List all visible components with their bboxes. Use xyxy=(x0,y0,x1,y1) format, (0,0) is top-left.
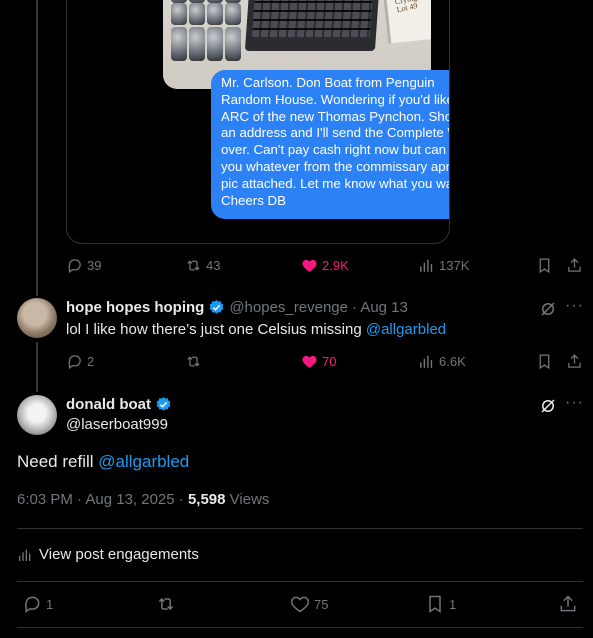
reply-button[interactable]: 2 xyxy=(66,353,94,370)
analytics-icon xyxy=(19,549,31,561)
bookmark-count: 1 xyxy=(449,596,457,612)
reply-actions: 2 70 6.6K xyxy=(0,353,593,373)
share-button[interactable] xyxy=(558,594,578,614)
repost-button[interactable] xyxy=(156,594,176,614)
heart-icon xyxy=(302,259,317,272)
bookmark-button[interactable]: 1 xyxy=(425,594,456,614)
post-body: Need refill xyxy=(17,452,99,471)
like-button[interactable]: 70 xyxy=(301,353,336,370)
like-count: 70 xyxy=(322,354,337,369)
share-icon xyxy=(560,595,576,612)
bookmark-button[interactable] xyxy=(536,257,553,274)
thread-line xyxy=(36,0,38,296)
analytics-icon xyxy=(420,259,433,272)
views-label: Views xyxy=(225,491,270,508)
media-card[interactable]: The Crying of Lot 49 Mr. Carlson. Don Bo… xyxy=(66,0,450,244)
avatar[interactable] xyxy=(17,395,57,435)
reply-icon xyxy=(68,355,81,370)
reply-header: hope hopes hoping @hopes_revenge · Aug 1… xyxy=(66,299,408,316)
verified-badge-icon xyxy=(209,300,224,314)
divider xyxy=(17,627,583,628)
share-icon xyxy=(568,354,581,368)
message-text: Mr. Carlson. Don Boat from Penguin Rando… xyxy=(221,75,450,208)
share-button[interactable] xyxy=(566,257,583,274)
divider xyxy=(17,581,583,582)
reply-body: lol I like how there’s just one Celsius … xyxy=(66,321,366,338)
repost-count: 43 xyxy=(206,258,221,273)
share-button[interactable] xyxy=(566,353,583,370)
reply-text: lol I like how there’s just one Celsius … xyxy=(66,321,446,338)
reply-count: 2 xyxy=(87,354,95,369)
verified-badge-icon xyxy=(156,397,171,411)
share-icon xyxy=(568,258,581,272)
engagements-label: View post engagements xyxy=(39,546,199,563)
bookmark-icon xyxy=(539,258,550,274)
view-count: 6.6K xyxy=(439,354,466,369)
celsius-cans xyxy=(171,0,241,61)
view-count: 137K xyxy=(439,258,470,273)
book-title: The Crying of Lot 49 xyxy=(394,0,426,15)
views-count: 5,598 xyxy=(187,491,226,508)
bookmark-button[interactable] xyxy=(536,353,553,370)
repost-button[interactable]: 43 xyxy=(185,257,220,274)
repost-button[interactable] xyxy=(185,353,202,370)
post-meta: 6:03 PM · Aug 13, 2025 · 5,598 Views xyxy=(17,491,269,508)
repost-icon xyxy=(187,260,200,271)
keyboard-box xyxy=(244,0,380,51)
like-button[interactable]: 2.9K xyxy=(301,257,349,274)
bookmark-icon xyxy=(539,354,550,370)
post-timestamp[interactable]: 6:03 PM · Aug 13, 2025 · xyxy=(17,491,188,508)
repost-icon xyxy=(158,597,174,611)
engagements-link[interactable]: View post engagements xyxy=(17,546,199,563)
timestamp[interactable]: · Aug 13 xyxy=(352,299,408,316)
mention-link[interactable]: @allgarbled xyxy=(366,321,446,338)
heart-outline-icon xyxy=(290,596,310,613)
display-name[interactable]: donald boat xyxy=(66,396,151,413)
display-name[interactable]: hope hopes hoping xyxy=(66,299,204,316)
message-bubble: Mr. Carlson. Don Boat from Penguin Rando… xyxy=(211,70,450,219)
book: The Crying of Lot 49 xyxy=(382,0,431,44)
heart-icon xyxy=(302,355,317,368)
handle[interactable]: @hopes_revenge xyxy=(229,299,348,316)
like-button[interactable]: 75 xyxy=(290,594,328,614)
reply-icon xyxy=(68,259,81,274)
bookmark-icon xyxy=(429,595,441,613)
avatar[interactable] xyxy=(17,298,57,338)
grok-icon[interactable] xyxy=(539,397,557,415)
like-count: 2.9K xyxy=(322,258,349,273)
analytics-icon xyxy=(420,355,433,368)
main-text: Need refill @allgarbled xyxy=(17,452,189,472)
views-button[interactable]: 137K xyxy=(418,257,469,274)
repost-icon xyxy=(187,356,200,367)
more-options-icon[interactable]: ··· xyxy=(565,394,584,412)
reply-count: 1 xyxy=(46,596,54,612)
main-header: donald boat xyxy=(66,396,172,413)
handle[interactable]: @laserboat999 xyxy=(66,416,168,433)
grok-icon[interactable] xyxy=(539,300,557,318)
more-options-icon[interactable]: ··· xyxy=(565,297,584,315)
reply-icon xyxy=(24,596,40,613)
main-actions: 1 75 1 xyxy=(0,594,593,616)
reply-count: 39 xyxy=(87,258,102,273)
post-actions: 39 43 2.9K 137K xyxy=(0,257,593,277)
reply-button[interactable]: 39 xyxy=(66,257,101,274)
views-button[interactable]: 6.6K xyxy=(418,353,466,370)
divider xyxy=(17,528,583,529)
reply-button[interactable]: 1 xyxy=(22,594,53,614)
mention-link[interactable]: @allgarbled xyxy=(98,452,189,471)
like-count: 75 xyxy=(314,596,329,612)
